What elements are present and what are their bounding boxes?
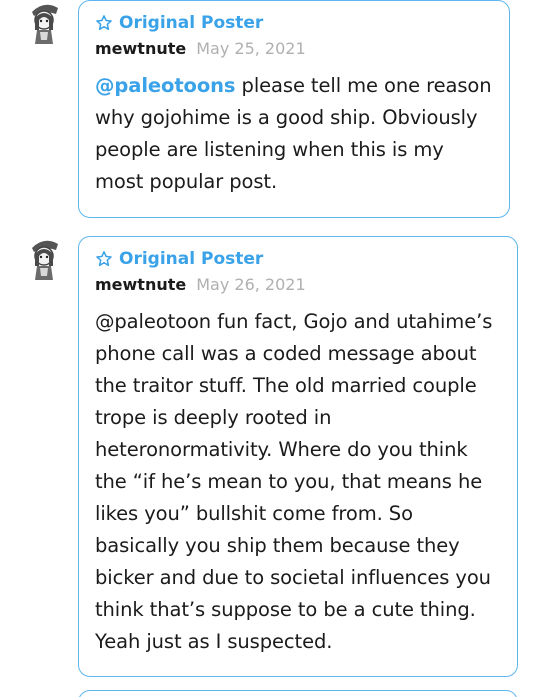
badge-label: Original Poster [119, 13, 264, 33]
reply-meta: mewtnute May 26, 2021 [95, 275, 503, 299]
original-poster-badge: Original Poster [95, 11, 495, 35]
reply-bubble [78, 690, 518, 697]
star-outline-icon [95, 14, 113, 32]
star-outline-icon [95, 250, 113, 268]
avatar[interactable] [28, 689, 62, 697]
reply-date: May 25, 2021 [196, 39, 306, 58]
original-poster-badge: Original Poster [95, 247, 503, 271]
reply-body: @paleotoons please tell me one reason wh… [95, 70, 495, 198]
reply-bubble: Original Poster mewtnute May 26, 2021 @p… [78, 236, 518, 677]
reply-bubble: Original Poster mewtnute May 25, 2021 @p… [78, 0, 510, 218]
username-link[interactable]: mewtnute [95, 39, 186, 58]
avatar[interactable] [22, 236, 66, 280]
reply-body: @paleotoon fun fact, Gojo and utahime’s … [95, 310, 493, 653]
username-link[interactable]: mewtnute [95, 275, 186, 294]
reply-thread: Original Poster mewtnute May 25, 2021 @p… [0, 0, 540, 697]
mention-link[interactable]: @paleotoons [95, 74, 236, 97]
badge-label: Original Poster [119, 249, 264, 269]
reply-date: May 26, 2021 [196, 275, 306, 294]
reply-meta: mewtnute May 25, 2021 [95, 39, 495, 63]
avatar[interactable] [22, 0, 66, 44]
